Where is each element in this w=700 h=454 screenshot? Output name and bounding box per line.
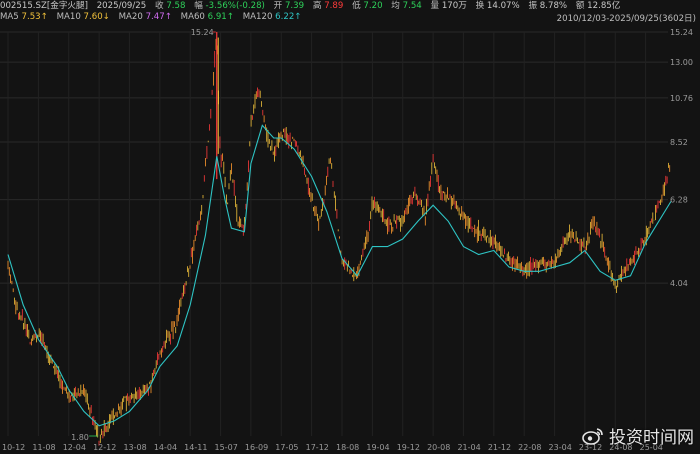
price-tick-label: 6.28 — [670, 196, 688, 205]
date-tick-label: 22-08 — [518, 443, 541, 452]
change-value: -3.56%(-0.28) — [205, 1, 265, 11]
date-tick-label: 20-08 — [427, 443, 450, 452]
high-value: 7.89 — [324, 1, 344, 11]
avg-label: 均 — [391, 1, 400, 11]
watermark-text: 投资时间网 — [609, 428, 694, 448]
date-tick-label: 12-04 — [63, 443, 86, 452]
date-tick-label: 17-05 — [275, 443, 298, 452]
ma120-value: 6.22↑ — [275, 12, 302, 22]
amount-value: 12.85亿 — [587, 1, 621, 11]
ma10-value: 7.60↓ — [83, 12, 110, 22]
ma20-value: 7.47↑ — [145, 12, 172, 22]
low-value: 7.20 — [363, 1, 383, 11]
volume-label: 量 — [430, 1, 440, 11]
turnover-value: 14.07% — [486, 1, 520, 11]
date-tick-label: 12-12 — [93, 443, 116, 452]
date-axis-labels: 10-12 11-08 12-04 12-12 13-08 14-04 14-11 15-07… — [2, 443, 663, 452]
price-bars — [7, 32, 671, 446]
amount-label: 额 — [575, 1, 585, 11]
ma120-line-group — [7, 124, 672, 427]
date-tick-label: 14-11 — [184, 443, 207, 452]
open-label: 开 — [273, 1, 283, 11]
price-tick-label: 15.24 — [670, 28, 693, 37]
date-tick-label: 23-04 — [549, 443, 572, 452]
weibo-icon — [582, 427, 603, 445]
date-tick-label: 19-12 — [397, 443, 420, 452]
ma60-value: 6.91↑ — [207, 12, 234, 22]
ma5-label: MA5 — [0, 12, 19, 22]
amplitude-value: 8.78% — [539, 1, 568, 11]
volume-value: 170万 — [441, 1, 467, 11]
annotations: 15.24 1.80 — [71, 28, 216, 442]
price-tick-label: 10.76 — [670, 94, 693, 103]
date-tick-label: 15-07 — [215, 443, 238, 452]
price-tick-label: 4.04 — [670, 279, 688, 288]
date-tick-label: 13-08 — [123, 443, 146, 452]
price-axis-labels: 15.24 13.00 10.76 8.52 6.28 4.04 — [670, 28, 693, 288]
ma20-label: MA20 — [118, 12, 143, 22]
ma5-value: 7.53↑ — [21, 12, 48, 22]
date-tick-label: 16-09 — [245, 443, 268, 452]
date-tick-label: 21-04 — [457, 443, 480, 452]
date-tick-label: 11-08 — [32, 443, 55, 452]
date-tick-label: 18-08 — [336, 443, 359, 452]
change-label: 幅 — [194, 1, 203, 11]
ma120-line — [7, 124, 672, 427]
price-tick-label: 8.52 — [670, 138, 688, 147]
date-tick-label: 10-12 — [2, 443, 25, 452]
date-tick-label: 21-12 — [488, 443, 511, 452]
annotation-label: 15.24 — [191, 28, 214, 37]
ma120-label: MA120 — [242, 12, 273, 22]
stock-code: 002515.SZ[金字火腿] — [0, 1, 88, 11]
high-label: 高 — [312, 1, 322, 11]
date-tick-label: 14-04 — [154, 443, 177, 452]
open-value: 7.39 — [284, 1, 305, 11]
close-value: 7.58 — [166, 1, 186, 11]
price-tick-label: 13.00 — [670, 58, 693, 67]
date-tick-label: 17-12 — [306, 443, 329, 452]
avg-value: 7.54 — [402, 1, 422, 11]
close-label: 收 — [154, 1, 164, 11]
watermark: 投资时间网 — [582, 423, 694, 448]
amplitude-label: 振 — [528, 1, 538, 11]
annotation-label: 1.80 — [71, 433, 89, 442]
ma60-label: MA60 — [180, 12, 205, 22]
ma10-label: MA10 — [56, 12, 81, 22]
quote-date: 2025/09/25 — [96, 1, 147, 11]
kline-chart[interactable]: 15.24 13.00 10.76 8.52 6.28 4.04 10-12 11-08 12… — [0, 22, 700, 454]
quote-info-bar: 002515.SZ[金字火腿] 2025/09/25 收 7.58 幅 -3.5… — [0, 1, 626, 12]
date-tick-label: 19-04 — [366, 443, 389, 452]
turnover-label: 换 — [475, 1, 485, 11]
low-label: 低 — [352, 1, 361, 11]
